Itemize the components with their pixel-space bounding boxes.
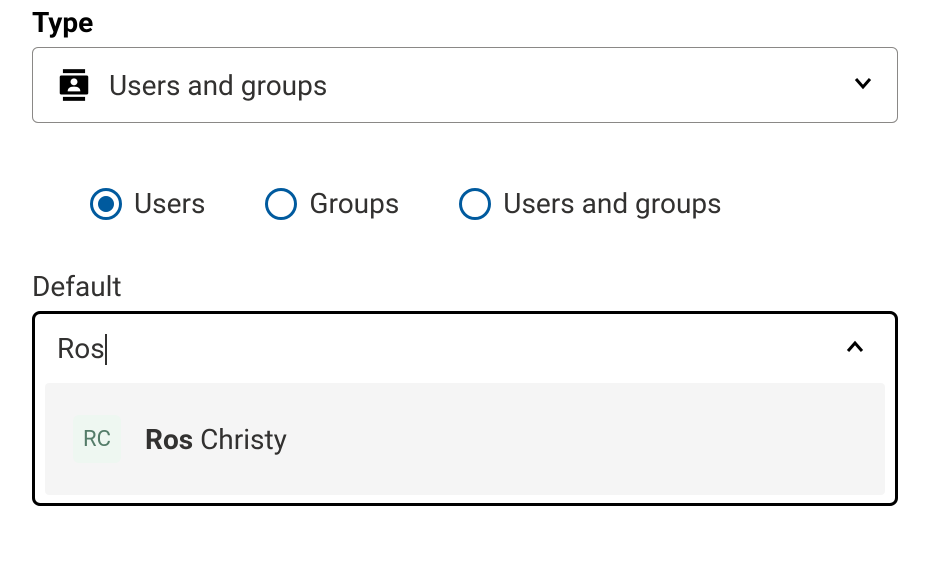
radio-label: Users and groups (503, 187, 721, 220)
radio-button-icon (90, 188, 122, 220)
default-label: Default (32, 270, 898, 303)
combobox-input-row: Ros (35, 314, 895, 383)
chevron-up-icon[interactable] (843, 335, 867, 363)
suggestion-name: Ros Christy (145, 423, 287, 456)
default-search-input[interactable]: Ros (57, 332, 105, 365)
chevron-down-icon (851, 71, 875, 99)
radio-users[interactable]: Users (90, 187, 205, 220)
type-select-value: Users and groups (109, 69, 851, 102)
radio-label: Groups (309, 187, 399, 220)
user-card-icon (55, 66, 97, 104)
avatar: RC (73, 415, 121, 463)
radio-button-icon (459, 188, 491, 220)
type-select[interactable]: Users and groups (32, 47, 898, 123)
suggestion-list: RC Ros Christy (45, 383, 885, 495)
default-combobox: Ros RC Ros Christy (32, 311, 898, 506)
type-label: Type (32, 6, 898, 39)
radio-users-and-groups[interactable]: Users and groups (459, 187, 721, 220)
radio-label: Users (134, 187, 205, 220)
radio-group: Users Groups Users and groups (32, 187, 898, 220)
radio-groups[interactable]: Groups (265, 187, 399, 220)
radio-button-icon (265, 188, 297, 220)
suggestion-item[interactable]: RC Ros Christy (73, 415, 857, 463)
